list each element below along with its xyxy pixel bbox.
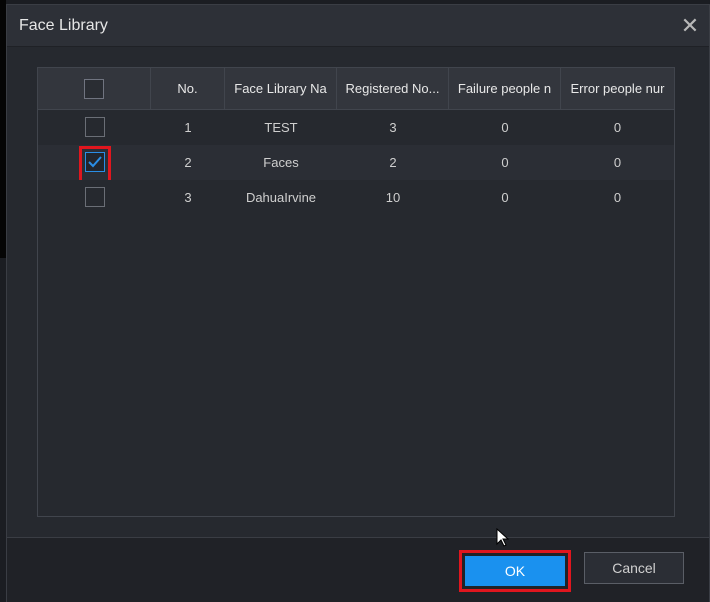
dialog-titlebar: Face Library ✕: [7, 5, 709, 47]
row-registered: 2: [389, 155, 397, 170]
row-checkbox[interactable]: [84, 117, 105, 137]
row-no: 2: [184, 155, 192, 170]
row-select-cell: [38, 110, 151, 145]
cancel-button[interactable]: Cancel: [584, 552, 684, 584]
header-select-all-cell: [38, 68, 151, 110]
checkmark-icon: [87, 156, 102, 168]
column-header-error-people[interactable]: Error people nur: [561, 68, 674, 110]
row-name: Faces: [263, 155, 299, 170]
table-row[interactable]: 1 TEST 3 0 0: [38, 110, 674, 145]
mouse-cursor-icon: [496, 528, 510, 547]
row-checkbox[interactable]: [84, 187, 105, 207]
row-failure: 0: [501, 155, 509, 170]
close-icon: ✕: [680, 13, 700, 38]
row-registered: 10: [385, 190, 401, 205]
close-button[interactable]: ✕: [679, 15, 701, 37]
row-error: 0: [613, 155, 622, 170]
row-select-cell: [38, 180, 151, 215]
row-name: TEST: [264, 120, 298, 135]
ok-button-highlight: OK: [459, 550, 571, 592]
table-body: 1 TEST 3 0 0 2 Faces 2 0 0 3 DahuaIrvine…: [38, 110, 674, 215]
table-row[interactable]: 3 DahuaIrvine 10 0 0: [38, 180, 674, 215]
dialog-footer: OK Cancel: [7, 537, 709, 602]
ok-button[interactable]: OK: [465, 556, 565, 586]
column-header-no[interactable]: No.: [151, 68, 225, 110]
column-header-registered-no[interactable]: Registered No...: [337, 68, 449, 110]
row-failure: 0: [501, 120, 509, 135]
checkbox-highlight-box: [78, 146, 111, 180]
select-all-checkbox[interactable]: [84, 79, 104, 99]
column-header-face-library-name[interactable]: Face Library Na: [225, 68, 337, 110]
row-select-cell: [38, 145, 151, 180]
row-error: 0: [613, 120, 622, 135]
row-name: DahuaIrvine: [245, 190, 317, 205]
column-header-failure-people[interactable]: Failure people n: [449, 68, 561, 110]
row-failure: 0: [501, 190, 509, 205]
table-row[interactable]: 2 Faces 2 0 0: [38, 145, 674, 180]
table-header: No. Face Library Na Registered No... Fai…: [38, 68, 674, 110]
face-library-table: No. Face Library Na Registered No... Fai…: [37, 67, 675, 517]
row-checkbox[interactable]: [84, 152, 105, 172]
row-no: 1: [184, 120, 192, 135]
row-registered: 3: [389, 120, 397, 135]
face-library-dialog: Face Library ✕ No. Face Library Na Regis…: [6, 4, 710, 602]
row-error: 0: [613, 190, 622, 205]
dialog-title: Face Library: [19, 17, 108, 34]
row-no: 3: [184, 190, 192, 205]
